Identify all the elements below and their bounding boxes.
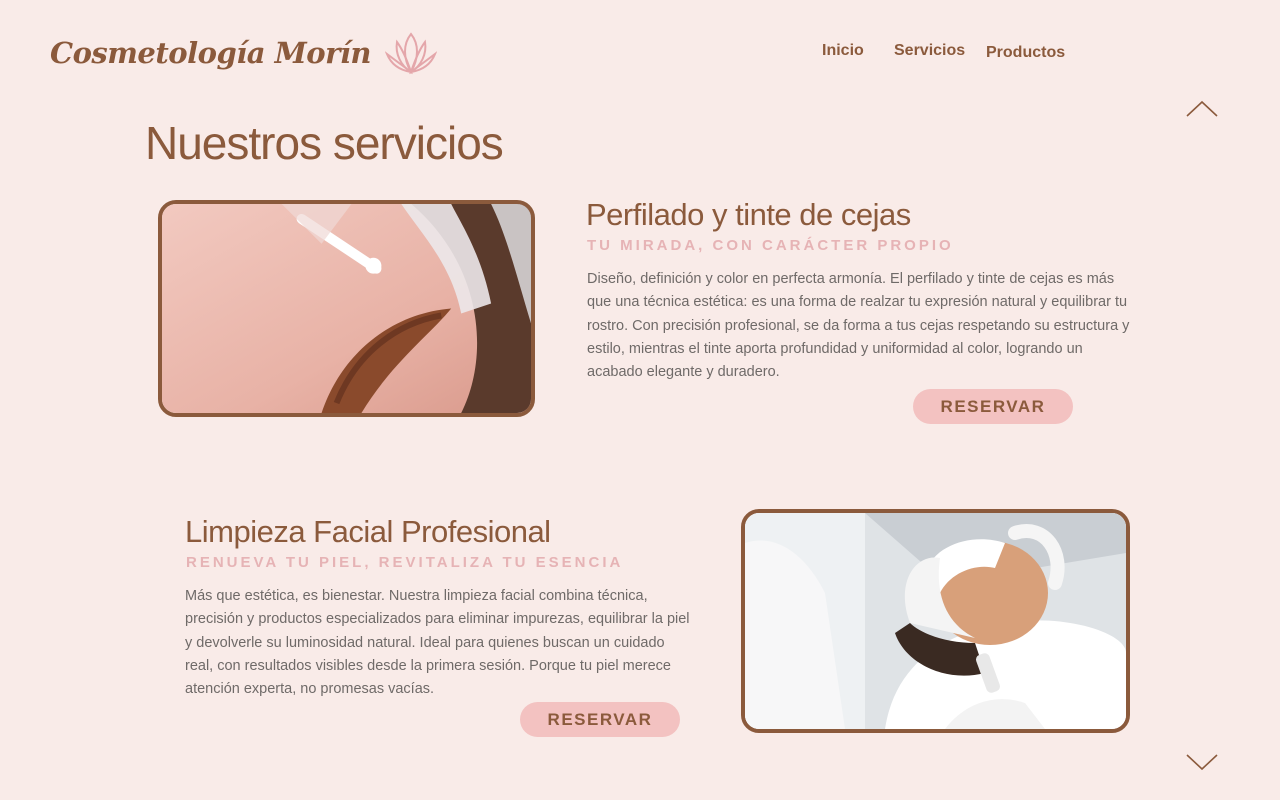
nav-link-inicio[interactable]: Inicio (822, 42, 864, 60)
service-title: Perfilado y tinte de cejas (586, 197, 911, 232)
service-description: Más que estética, es bienestar. Nuestra … (185, 588, 690, 698)
lotus-icon (385, 32, 437, 75)
service-subtitle: TU MIRADA, CON CARÁCTER PROPIO (587, 237, 954, 254)
brand-name: Cosmetología Morín (50, 36, 372, 70)
service-subtitle: RENUEVA TU PIEL, REVITALIZA TU ESENCIA (186, 554, 624, 571)
service-title: Limpieza Facial Profesional (185, 514, 551, 549)
chevron-down-icon[interactable] (1186, 753, 1218, 771)
brand-logo[interactable]: Cosmetología Morín (50, 30, 437, 76)
chevron-up-icon[interactable] (1186, 100, 1218, 118)
eyebrow-photo (158, 200, 535, 417)
nav-link-servicios[interactable]: Servicios (894, 42, 965, 60)
reserve-button[interactable]: RESERVAR (520, 702, 680, 737)
nav-link-productos[interactable]: Productos (986, 44, 1065, 62)
reserve-button[interactable]: RESERVAR (913, 389, 1073, 424)
facial-photo (741, 509, 1130, 733)
page-title: Nuestros servicios (145, 117, 504, 169)
service-description: Diseño, definición y color en perfecta a… (587, 271, 1130, 381)
